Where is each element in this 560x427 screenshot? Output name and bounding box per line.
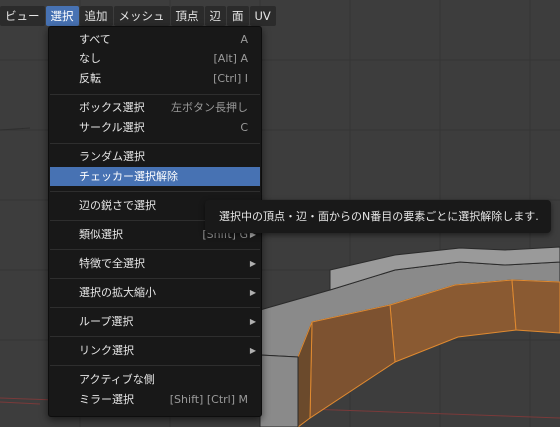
menu-item-box-select[interactable]: ボックス選択 左ボタン長押し xyxy=(50,98,260,117)
menu-uv[interactable]: UV xyxy=(249,6,276,26)
menu-item-select-linked[interactable]: リンク選択 ▶ xyxy=(50,341,260,360)
menu-separator xyxy=(50,249,260,250)
menu-item-checker-deselect[interactable]: チェッカー選択解除 xyxy=(50,167,260,186)
menu-item-shortcut: 左ボタン長押し xyxy=(171,101,248,114)
submenu-arrow-icon: ▶ xyxy=(249,346,256,355)
tooltip-text: 選択中の頂点・辺・面からのN番目の要素ごとに選択解除します. xyxy=(219,210,539,223)
menu-separator xyxy=(50,143,260,144)
menu-item-select-mirror[interactable]: ミラー選択 [Shift] [Ctrl] M xyxy=(50,390,260,409)
menu-item-label: ミラー選択 xyxy=(79,393,134,406)
menu-item-select-all-by-trait[interactable]: 特徴で全選択 ▶ xyxy=(50,254,260,273)
menu-item-label: サークル選択 xyxy=(79,121,145,134)
tooltip: 選択中の頂点・辺・面からのN番目の要素ごとに選択解除します. xyxy=(205,200,551,233)
menu-item-label: 特徴で全選択 xyxy=(79,257,145,270)
menu-item-label: ループ選択 xyxy=(79,315,134,328)
menu-vertex[interactable]: 頂点 xyxy=(170,6,204,26)
menu-item-shortcut: A xyxy=(240,33,248,46)
menu-item-invert[interactable]: 反転 [Ctrl] I xyxy=(50,69,260,88)
submenu-arrow-icon: ▶ xyxy=(249,317,256,326)
menu-item-select-more-less[interactable]: 選択の拡大縮小 ▶ xyxy=(50,283,260,302)
menu-add[interactable]: 追加 xyxy=(79,6,113,26)
menu-item-circle-select[interactable]: サークル選択 C xyxy=(50,118,260,137)
menu-item-label: 類似選択 xyxy=(79,228,123,241)
menu-mesh[interactable]: メッシュ xyxy=(113,6,170,26)
menu-item-label: リンク選択 xyxy=(79,344,134,357)
menu-item-random-select[interactable]: ランダム選択 xyxy=(50,147,260,166)
header-menubar: ビュー 選択 追加 メッシュ 頂点 辺 面 UV xyxy=(0,5,277,27)
menu-edge[interactable]: 辺 xyxy=(204,6,226,26)
menu-item-shortcut: C xyxy=(240,121,248,134)
menu-item-label: 選択の拡大縮小 xyxy=(79,286,156,299)
menu-separator xyxy=(50,191,260,192)
menu-separator xyxy=(50,336,260,337)
menu-item-select-loops[interactable]: ループ選択 ▶ xyxy=(50,312,260,331)
menu-item-shortcut: [Alt] A xyxy=(213,52,249,65)
menu-item-none[interactable]: なし [Alt] A xyxy=(50,49,260,68)
menu-item-all[interactable]: すべて A xyxy=(50,30,260,49)
menu-item-label: すべて xyxy=(79,33,111,46)
menu-item-label: ランダム選択 xyxy=(79,150,145,163)
menu-item-select-side-of-active[interactable]: アクティブな側 xyxy=(50,370,260,389)
menu-item-label: 辺の鋭さで選択 xyxy=(79,199,156,212)
menu-item-shortcut: [Shift] [Ctrl] M xyxy=(169,393,248,406)
submenu-arrow-icon: ▶ xyxy=(249,288,256,297)
menu-item-label: チェッカー選択解除 xyxy=(79,170,178,183)
menu-separator xyxy=(50,365,260,366)
menu-separator xyxy=(50,307,260,308)
menu-select[interactable]: 選択 xyxy=(45,6,79,26)
menu-item-label: ボックス選択 xyxy=(79,101,145,114)
menu-item-shortcut: [Ctrl] I xyxy=(213,72,248,85)
menu-face[interactable]: 面 xyxy=(227,6,249,26)
menu-item-label: なし xyxy=(79,52,101,65)
menu-view[interactable]: ビュー xyxy=(0,6,45,26)
menu-item-label: 反転 xyxy=(79,72,101,85)
menu-separator xyxy=(50,94,260,95)
submenu-arrow-icon: ▶ xyxy=(249,259,256,268)
menu-item-label: アクティブな側 xyxy=(79,373,155,386)
menu-separator xyxy=(50,278,260,279)
